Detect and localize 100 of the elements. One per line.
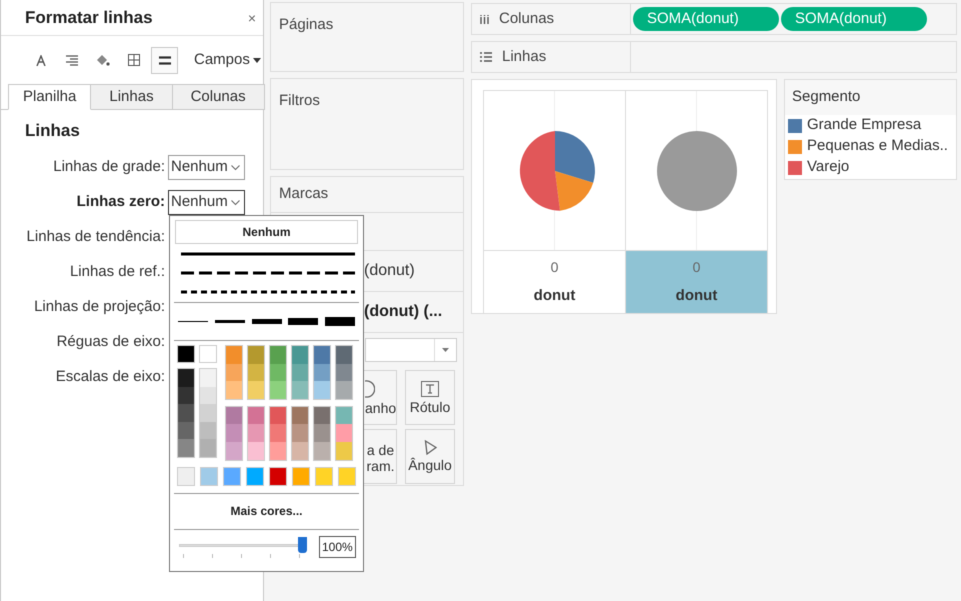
- dotted-line-icon[interactable]: [181, 290, 355, 294]
- more-colors-button[interactable]: Mais cores...: [230, 502, 303, 520]
- line-width-icon[interactable]: [325, 317, 355, 326]
- mark-property-button[interactable]: a de ram.: [364, 429, 397, 484]
- color-swatch[interactable]: [199, 345, 217, 363]
- mark-property-button[interactable]: Ângulo: [405, 429, 455, 484]
- card-title: Páginas: [279, 16, 334, 33]
- color-swatch[interactable]: [200, 386, 216, 404]
- line-width-icon[interactable]: [178, 321, 208, 322]
- card-title: Filtros: [279, 92, 320, 109]
- color-swatch[interactable]: [270, 364, 286, 382]
- color-swatch[interactable]: [269, 466, 287, 486]
- color-swatch[interactable]: [248, 381, 264, 399]
- color-swatch[interactable]: [246, 466, 264, 486]
- color-swatch[interactable]: [248, 346, 264, 364]
- format-row-label: Linhas de projeção:: [33, 297, 166, 318]
- format-tool-button[interactable]: [151, 46, 178, 74]
- color-swatch[interactable]: [336, 424, 352, 442]
- color-swatch[interactable]: [226, 346, 242, 364]
- color-swatch[interactable]: [178, 386, 194, 404]
- axis-tick-label: 0: [550, 258, 558, 276]
- line-style-dropdown[interactable]: Nenhum: [168, 190, 245, 215]
- color-swatch[interactable]: [336, 364, 352, 382]
- slider-thumb[interactable]: [298, 536, 307, 553]
- axis-tick-label: 0: [692, 258, 700, 276]
- color-swatch[interactable]: [292, 406, 308, 424]
- format-row-label: Escalas de eixo:: [54, 367, 166, 388]
- format-tab[interactable]: Linhas: [91, 84, 173, 110]
- color-swatch[interactable]: [248, 364, 264, 382]
- color-swatch[interactable]: [177, 466, 195, 486]
- color-swatch[interactable]: [336, 381, 352, 399]
- color-swatch[interactable]: [336, 346, 352, 364]
- line-style-dropdown[interactable]: Nenhum: [168, 155, 245, 180]
- color-swatch[interactable]: [314, 406, 330, 424]
- legend-label[interactable]: Varejo: [807, 156, 850, 179]
- color-swatch[interactable]: [200, 404, 216, 422]
- color-swatch[interactable]: [226, 364, 242, 382]
- color-swatch[interactable]: [226, 381, 242, 399]
- marks-tab-label[interactable]: (donut) (...: [364, 300, 442, 324]
- color-swatch[interactable]: [178, 439, 194, 457]
- color-swatch[interactable]: [178, 404, 194, 422]
- color-swatch[interactable]: [314, 424, 330, 442]
- color-swatch[interactable]: [314, 442, 330, 460]
- color-swatch[interactable]: [248, 406, 264, 424]
- color-swatch[interactable]: [200, 466, 218, 486]
- color-swatch[interactable]: [248, 424, 264, 442]
- color-swatch[interactable]: [226, 424, 242, 442]
- mark-type-dropdown[interactable]: [365, 338, 457, 362]
- color-swatch[interactable]: [292, 424, 308, 442]
- color-swatch[interactable]: [338, 466, 356, 486]
- line-width-icon[interactable]: [288, 318, 318, 325]
- axis-title: donut: [534, 286, 576, 306]
- solid-line-icon[interactable]: [181, 252, 355, 256]
- color-swatch[interactable]: [177, 345, 195, 363]
- chevron-down-icon: [231, 164, 240, 170]
- color-swatch[interactable]: [315, 466, 333, 486]
- color-swatch[interactable]: [178, 422, 194, 440]
- marks-tab-label[interactable]: (donut): [364, 259, 415, 283]
- fields-menu-button[interactable]: Campos: [194, 48, 261, 72]
- format-row-label: Linhas de ref.:: [68, 262, 166, 282]
- color-swatch[interactable]: [292, 381, 308, 399]
- color-swatch[interactable]: [270, 406, 286, 424]
- format-tab[interactable]: Colunas: [172, 84, 265, 110]
- color-swatch[interactable]: [270, 424, 286, 442]
- grid-icon: [128, 54, 140, 66]
- color-swatch[interactable]: [336, 442, 352, 460]
- color-swatch[interactable]: [292, 442, 308, 460]
- color-swatch[interactable]: [178, 369, 194, 387]
- legend-label[interactable]: Pequenas e Medias..: [807, 135, 948, 158]
- color-swatch[interactable]: [314, 346, 330, 364]
- color-swatch[interactable]: [336, 406, 352, 424]
- line-width-icon[interactable]: [214, 320, 245, 323]
- none-button[interactable]: Nenhum: [175, 220, 358, 244]
- lines-icon: [158, 56, 170, 64]
- legend-label[interactable]: Grande Empresa: [807, 114, 922, 137]
- font-size-icon: [36, 54, 46, 66]
- color-swatch[interactable]: [292, 466, 310, 486]
- color-swatch[interactable]: [292, 346, 308, 364]
- mark-property-button[interactable]: anho: [364, 370, 397, 425]
- format-tab[interactable]: Planilha: [8, 84, 92, 110]
- list-icon: [480, 52, 492, 62]
- format-row-label: Linhas zero:: [76, 192, 166, 212]
- color-swatch[interactable]: [200, 422, 216, 440]
- color-swatch[interactable]: [292, 364, 308, 382]
- line-width-icon[interactable]: [252, 319, 282, 324]
- color-swatch[interactable]: [200, 369, 216, 387]
- color-swatch[interactable]: [248, 442, 264, 460]
- dashed-line-icon[interactable]: [181, 271, 355, 275]
- color-swatch[interactable]: [226, 442, 242, 460]
- color-swatch[interactable]: [270, 442, 286, 460]
- opacity-slider[interactable]: [179, 536, 307, 558]
- color-swatch[interactable]: [314, 364, 330, 382]
- color-swatch[interactable]: [200, 439, 216, 457]
- color-swatch[interactable]: [223, 466, 241, 486]
- mark-property-button[interactable]: Rótulo: [405, 370, 455, 425]
- color-swatch[interactable]: [270, 381, 286, 399]
- close-button[interactable]: ×: [248, 10, 256, 24]
- color-swatch[interactable]: [270, 346, 286, 364]
- color-swatch[interactable]: [314, 381, 330, 399]
- color-swatch[interactable]: [226, 406, 242, 424]
